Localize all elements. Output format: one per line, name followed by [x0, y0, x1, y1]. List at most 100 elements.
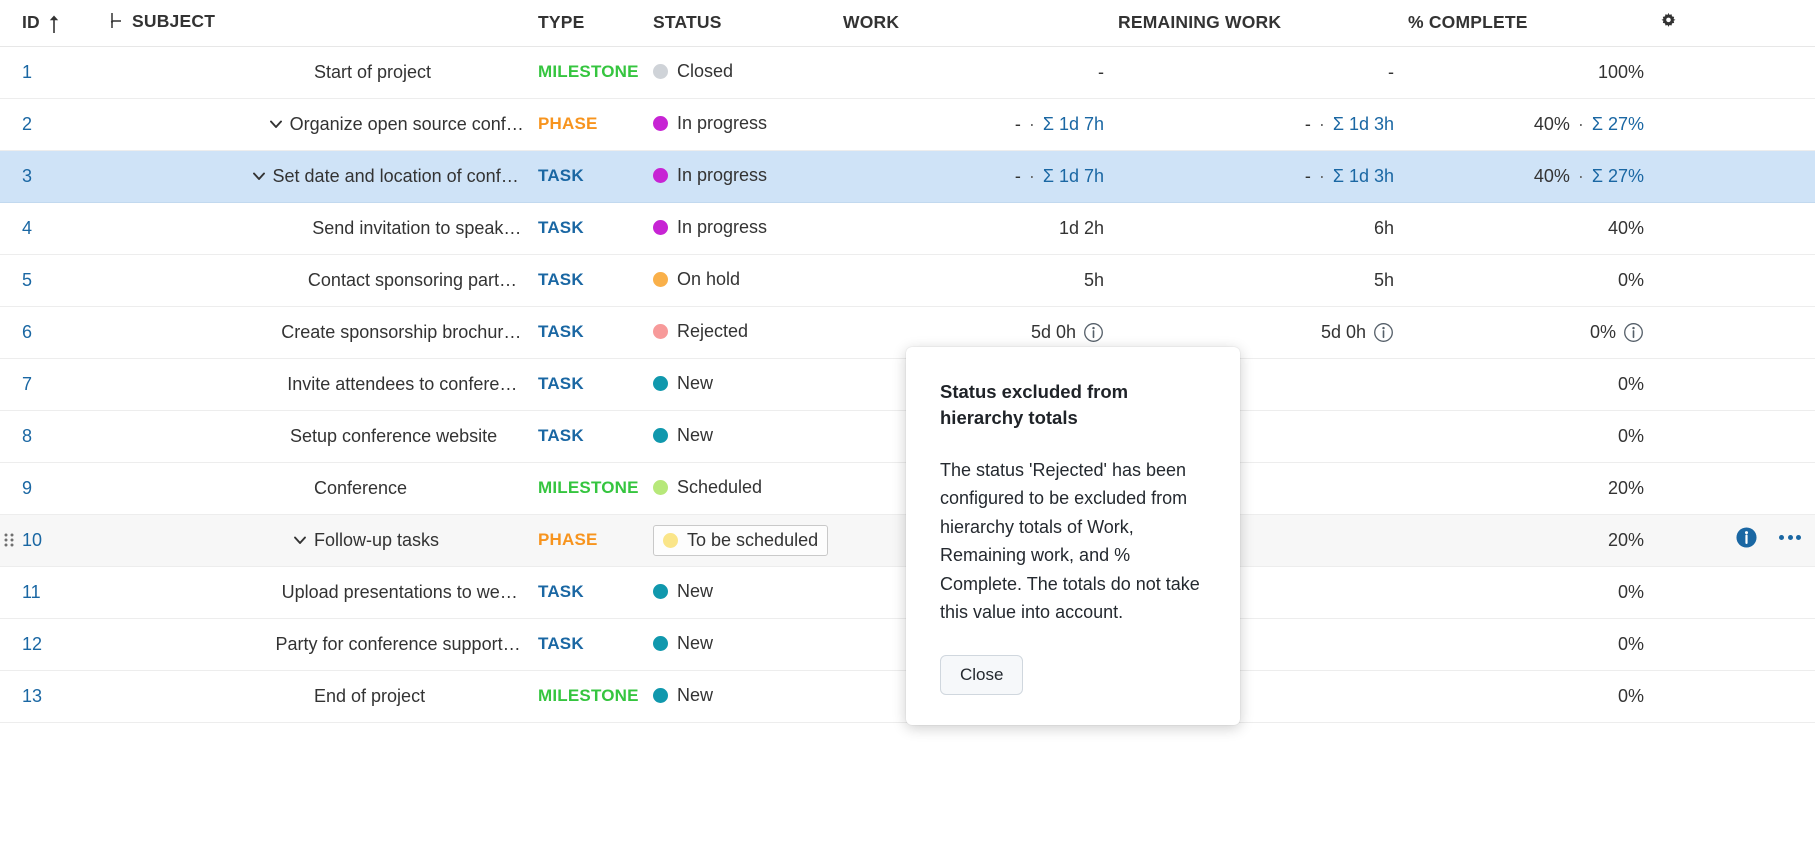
cell-percent-complete[interactable]: 40%: [1408, 202, 1658, 254]
cell-type[interactable]: MILESTONE: [538, 46, 653, 98]
cell-subject[interactable]: Conference: [108, 462, 538, 514]
work-package-id-link[interactable]: 9: [22, 478, 32, 498]
cell-remaining-work[interactable]: -: [1118, 46, 1408, 98]
cell-subject[interactable]: Start of project: [108, 46, 538, 98]
info-icon[interactable]: [1623, 322, 1644, 343]
cell-status[interactable]: New: [653, 566, 843, 618]
cell-actions[interactable]: [1658, 566, 1815, 618]
more-menu-icon[interactable]: [1779, 535, 1801, 540]
cell-percent-complete[interactable]: 40%·Σ 27%: [1408, 98, 1658, 150]
cell-work[interactable]: 5h: [843, 254, 1118, 306]
status-badge[interactable]: New: [653, 685, 713, 706]
cell-type[interactable]: TASK: [538, 410, 653, 462]
cell-percent-complete[interactable]: 0%: [1408, 254, 1658, 306]
cell-percent-complete[interactable]: 100%: [1408, 46, 1658, 98]
cell-actions[interactable]: [1658, 202, 1815, 254]
column-header-remaining-work[interactable]: REMAINING WORK: [1118, 0, 1408, 46]
cell-work[interactable]: -·Σ 1d 7h: [843, 150, 1118, 202]
work-package-id-link[interactable]: 10: [22, 530, 42, 550]
cell-type[interactable]: TASK: [538, 306, 653, 358]
cell-subject[interactable]: Setup conference website: [108, 410, 538, 462]
cell-remaining-work[interactable]: -·Σ 1d 3h: [1118, 150, 1408, 202]
cell-id[interactable]: 1: [0, 46, 108, 98]
column-header-type[interactable]: TYPE: [538, 0, 653, 46]
cell-status[interactable]: Scheduled: [653, 462, 843, 514]
cell-id[interactable]: 12: [0, 618, 108, 670]
cell-actions[interactable]: [1658, 670, 1815, 722]
work-package-id-link[interactable]: 2: [22, 114, 32, 134]
info-filled-icon[interactable]: [1735, 526, 1758, 549]
collapse-caret-icon[interactable]: [247, 164, 271, 188]
cell-type[interactable]: TASK: [538, 358, 653, 410]
cell-percent-complete[interactable]: 20%: [1408, 462, 1658, 514]
cell-id[interactable]: 13: [0, 670, 108, 722]
work-package-id-link[interactable]: 7: [22, 374, 32, 394]
cell-work[interactable]: -·Σ 1d 7h: [843, 98, 1118, 150]
table-row[interactable]: 1Start of projectMILESTONEClosed--100%: [0, 46, 1815, 98]
status-badge[interactable]: In progress: [653, 217, 767, 238]
column-header-id[interactable]: ID: [0, 0, 108, 46]
cell-work[interactable]: 1d 2h: [843, 202, 1118, 254]
column-header-percent-complete[interactable]: % COMPLETE: [1408, 0, 1658, 46]
cell-id[interactable]: 4: [0, 202, 108, 254]
cell-type[interactable]: TASK: [538, 254, 653, 306]
cell-type[interactable]: TASK: [538, 150, 653, 202]
cell-actions[interactable]: [1658, 254, 1815, 306]
cell-actions[interactable]: [1658, 462, 1815, 514]
cell-percent-complete[interactable]: 0%: [1408, 618, 1658, 670]
cell-status[interactable]: On hold: [653, 254, 843, 306]
cell-actions[interactable]: [1658, 410, 1815, 462]
cell-percent-complete[interactable]: 0%: [1408, 358, 1658, 410]
collapse-caret-icon[interactable]: [288, 528, 312, 552]
cell-status[interactable]: New: [653, 358, 843, 410]
cell-remaining-work[interactable]: 6h: [1118, 202, 1408, 254]
work-package-id-link[interactable]: 6: [22, 322, 32, 342]
cell-percent-complete[interactable]: 0%: [1408, 410, 1658, 462]
status-badge[interactable]: On hold: [653, 269, 740, 290]
cell-actions[interactable]: [1658, 358, 1815, 410]
cell-subject[interactable]: Organize open source conference: [108, 98, 538, 150]
cell-status[interactable]: Rejected: [653, 306, 843, 358]
work-package-id-link[interactable]: 11: [22, 582, 41, 602]
cell-remaining-work[interactable]: 5h: [1118, 254, 1408, 306]
cell-subject[interactable]: Create sponsorship brochure and h…: [108, 306, 538, 358]
cell-percent-complete[interactable]: 0%: [1408, 306, 1658, 358]
column-header-status[interactable]: STATUS: [653, 0, 843, 46]
status-badge[interactable]: In progress: [653, 165, 767, 186]
cell-id[interactable]: 9: [0, 462, 108, 514]
cell-status[interactable]: New: [653, 410, 843, 462]
cell-status[interactable]: In progress: [653, 202, 843, 254]
column-header-subject[interactable]: SUBJECT: [108, 0, 538, 46]
gear-icon[interactable]: [1658, 10, 1679, 31]
cell-status[interactable]: New: [653, 618, 843, 670]
close-button[interactable]: Close: [940, 655, 1023, 695]
cell-type[interactable]: MILESTONE: [538, 462, 653, 514]
cell-subject[interactable]: Follow-up tasks: [108, 514, 538, 566]
cell-actions[interactable]: [1658, 618, 1815, 670]
cell-id[interactable]: 6: [0, 306, 108, 358]
cell-status[interactable]: In progress: [653, 98, 843, 150]
status-badge[interactable]: New: [653, 581, 713, 602]
cell-id[interactable]: 10: [0, 514, 108, 566]
cell-subject[interactable]: End of project: [108, 670, 538, 722]
row-actions[interactable]: [1735, 526, 1801, 549]
work-package-id-link[interactable]: 4: [22, 218, 32, 238]
cell-type[interactable]: TASK: [538, 618, 653, 670]
table-row[interactable]: 2Organize open source conferencePHASEIn …: [0, 98, 1815, 150]
status-badge[interactable]: Closed: [653, 61, 733, 82]
cell-type[interactable]: TASK: [538, 202, 653, 254]
cell-subject[interactable]: Upload presentations to website: [108, 566, 538, 618]
status-badge[interactable]: New: [653, 633, 713, 654]
cell-type[interactable]: TASK: [538, 566, 653, 618]
cell-id[interactable]: 7: [0, 358, 108, 410]
column-header-settings[interactable]: [1658, 0, 1815, 46]
status-badge[interactable]: New: [653, 425, 713, 446]
status-badge[interactable]: In progress: [653, 113, 767, 134]
table-row[interactable]: 5Contact sponsoring partnersTASKOn hold5…: [0, 254, 1815, 306]
cell-status[interactable]: Closed: [653, 46, 843, 98]
cell-actions[interactable]: [1658, 150, 1815, 202]
table-row[interactable]: 4Send invitation to speakersTASKIn progr…: [0, 202, 1815, 254]
cell-actions[interactable]: [1658, 46, 1815, 98]
sort-ascending-icon[interactable]: [48, 14, 60, 34]
drag-handle-icon[interactable]: [3, 531, 15, 549]
